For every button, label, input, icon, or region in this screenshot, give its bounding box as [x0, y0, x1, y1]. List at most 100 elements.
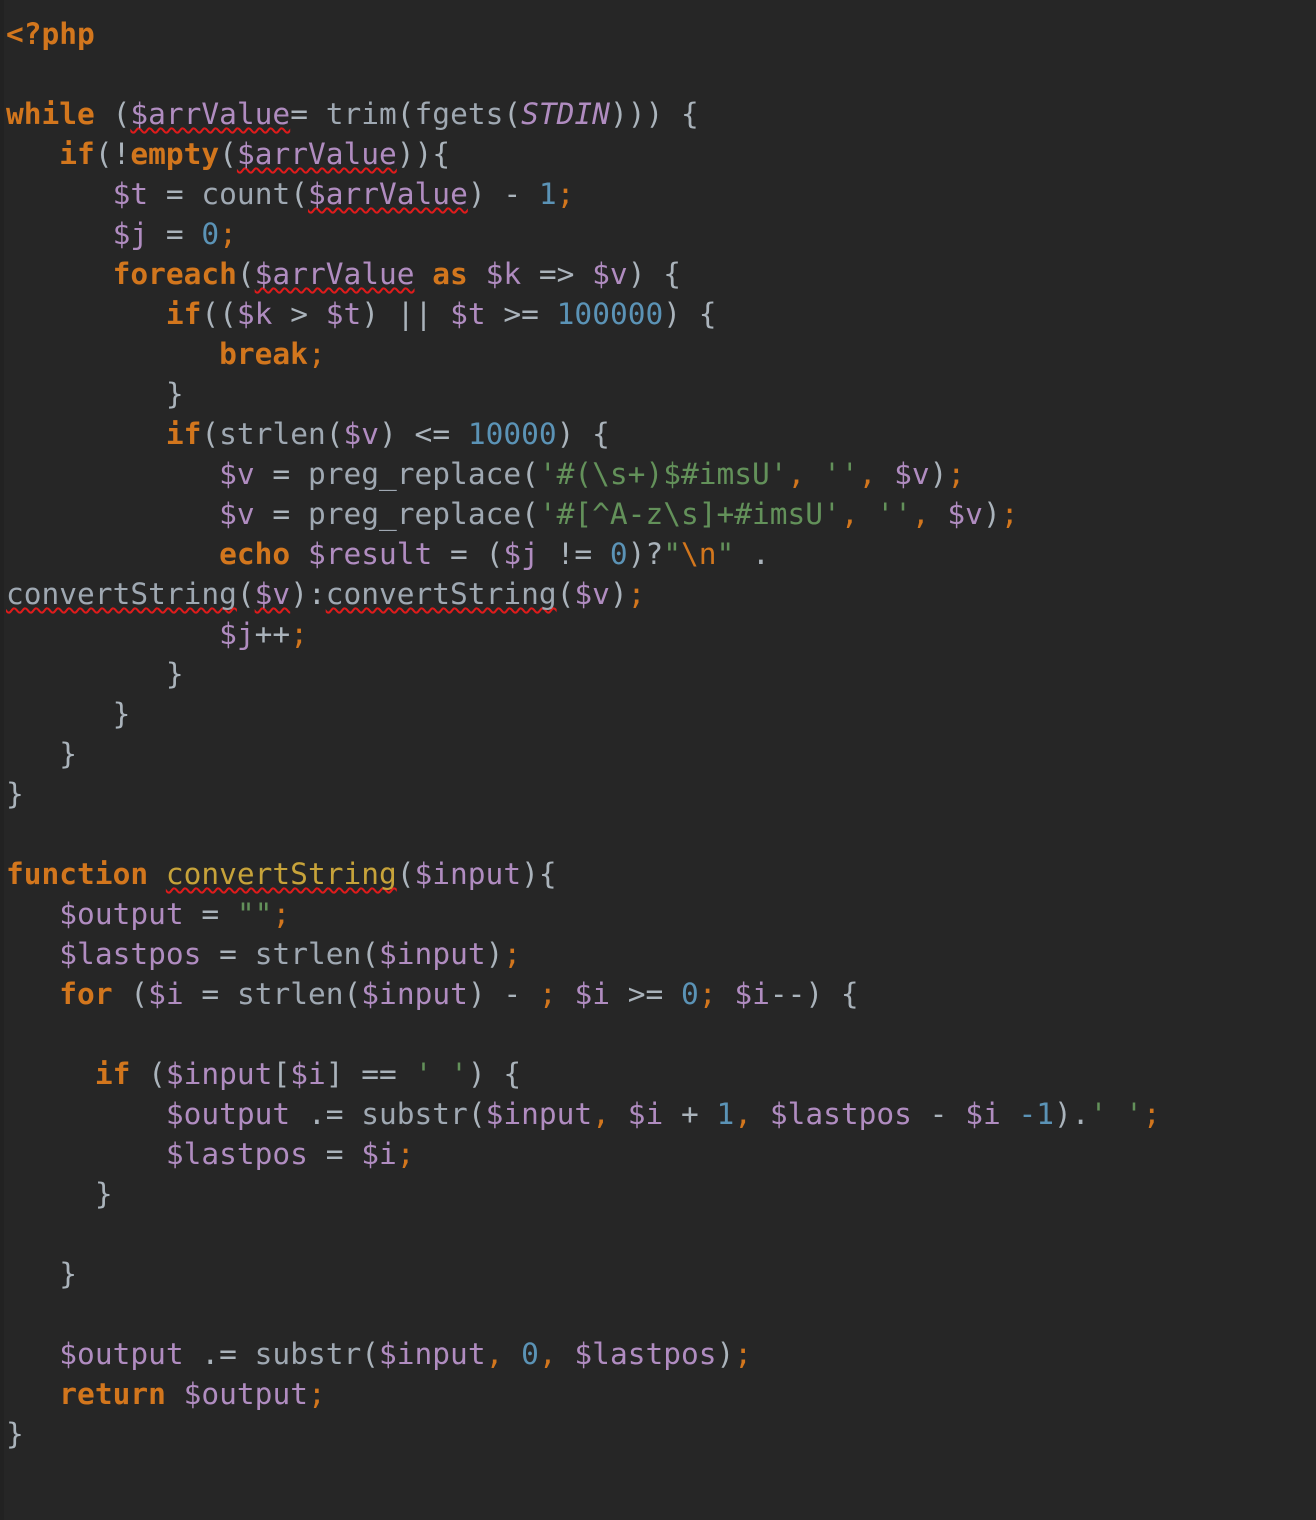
number-0: 0	[609, 537, 628, 571]
semicolon: ;	[272, 897, 291, 931]
code-line-33[interactable]: $output .= substr($input, 0, $lastpos);	[0, 1334, 1316, 1374]
code-line-32[interactable]	[0, 1294, 1316, 1334]
code-editor-window[interactable]: <?php while ($arrValue= trim(fgets(STDIN…	[0, 0, 1316, 1520]
code-line-15[interactable]: $j++;	[0, 614, 1316, 654]
code-line-26[interactable]: if ($input[$i] == ' ') {	[0, 1054, 1316, 1094]
code-line-11[interactable]: if(strlen($v) <= 10000) {	[0, 414, 1316, 454]
code-line-8[interactable]: if(($k > $t) || $t >= 100000) {	[0, 294, 1316, 334]
code-line-4[interactable]: if(!empty($arrValue)){	[0, 134, 1316, 174]
code-line-19[interactable]: }	[0, 774, 1316, 814]
number-1: 1	[716, 1097, 735, 1131]
code-line-27[interactable]: $output .= substr($input, $i + 1, $lastp…	[0, 1094, 1316, 1134]
keyword-as: as	[432, 257, 468, 291]
code-line-24[interactable]: for ($i = strlen($input) - ; $i >= 0; $i…	[0, 974, 1316, 1014]
code-line-12[interactable]: $v = preg_replace('#(\s+)$#imsU', '', $v…	[0, 454, 1316, 494]
code-line-25[interactable]	[0, 1014, 1316, 1054]
variable-lastpos: $lastpos	[59, 937, 202, 971]
code-line-28[interactable]: $lastpos = $i;	[0, 1134, 1316, 1174]
variable-v: $v	[343, 417, 380, 451]
code-line-10[interactable]: }	[0, 374, 1316, 414]
keyword-return: return	[59, 1377, 166, 1411]
code-line-6[interactable]: $j = 0;	[0, 214, 1316, 254]
function-substr: substr	[254, 1337, 362, 1371]
keyword-empty: empty	[130, 137, 220, 171]
punct: (	[361, 937, 380, 971]
semicolon: ;	[396, 1137, 415, 1171]
code-line-13[interactable]: $v = preg_replace('#[^A-z\s]+#imsU', '',…	[0, 494, 1316, 534]
keyword-while: while	[6, 97, 95, 131]
code-line-20[interactable]	[0, 814, 1316, 854]
variable-v: $v	[219, 457, 255, 491]
code-line-1[interactable]: <?php	[0, 14, 1316, 54]
code-line-7[interactable]: foreach($arrValue as $k => $v) {	[0, 254, 1316, 294]
code-line-34[interactable]: return $output;	[0, 1374, 1316, 1414]
variable-t: $t	[112, 177, 149, 211]
punct: ))) {	[609, 97, 699, 131]
semicolon: ;	[219, 217, 237, 251]
variable-v: $v	[574, 577, 610, 611]
comma: ,	[538, 1337, 557, 1371]
string-empty: ""	[236, 897, 273, 931]
punct: (	[521, 457, 539, 491]
variable-v: $v	[592, 257, 628, 291]
operator-minus: ) -	[467, 977, 539, 1011]
operator-assign: =	[183, 897, 237, 931]
function-strlen: strlen	[254, 937, 362, 971]
punct: ) {	[627, 257, 681, 291]
punct: )	[982, 497, 1001, 531]
variable-output: $output	[183, 1377, 308, 1411]
code-line-5[interactable]: $t = count($arrValue) - 1;	[0, 174, 1316, 214]
variable-t: $t	[450, 297, 486, 331]
comma: ,	[734, 1097, 753, 1131]
keyword-for: for	[59, 977, 113, 1011]
punct: (!	[94, 137, 131, 171]
code-line-21[interactable]: function convertString($input){	[0, 854, 1316, 894]
punct: )	[609, 577, 628, 611]
variable-i: $i	[361, 1137, 397, 1171]
number-0: 0	[201, 217, 220, 251]
code-line-9[interactable]: break;	[0, 334, 1316, 374]
variable-i: $i	[965, 1097, 1001, 1131]
code-line-2[interactable]	[0, 54, 1316, 94]
brace-close: }	[94, 1177, 113, 1211]
code-content-area[interactable]: <?php while ($arrValue= trim(fgets(STDIN…	[0, 0, 1316, 1454]
code-line-35[interactable]: }	[0, 1414, 1316, 1454]
code-line-14[interactable]: echo $result = ($j != 0)?"\n" . convertS…	[0, 534, 1316, 614]
variable-arrvalue: $arrValue	[130, 97, 291, 131]
number-0: 0	[521, 1337, 539, 1371]
number-0: 0	[681, 977, 699, 1011]
code-line-16[interactable]: }	[0, 654, 1316, 694]
punct: (	[396, 97, 415, 131]
variable-k: $k	[485, 257, 522, 291]
variable-result: $result	[307, 537, 433, 571]
variable-i: $i	[290, 1057, 326, 1091]
variable-input: $input	[414, 857, 522, 891]
comma: ,	[858, 457, 877, 491]
code-line-30[interactable]	[0, 1214, 1316, 1254]
code-line-3[interactable]: while ($arrValue= trim(fgets(STDIN))) {	[0, 94, 1316, 134]
code-line-31[interactable]: }	[0, 1254, 1316, 1294]
php-open-tag: <?php	[6, 17, 95, 51]
variable-arrvalue: $arrValue	[236, 137, 397, 171]
code-line-17[interactable]: }	[0, 694, 1316, 734]
punct: (	[219, 137, 237, 171]
code-line-23[interactable]: $lastpos = strlen($input);	[0, 934, 1316, 974]
punct: (	[112, 977, 149, 1011]
variable-i: $i	[734, 977, 770, 1011]
number-1: 1	[538, 177, 557, 211]
punct: ) {	[663, 297, 717, 331]
semicolon: ;	[734, 1337, 753, 1371]
variable-j: $j	[112, 217, 149, 251]
comma: ,	[592, 1097, 610, 1131]
code-line-22[interactable]: $output = "";	[0, 894, 1316, 934]
code-line-29[interactable]: }	[0, 1174, 1316, 1214]
code-line-18[interactable]: }	[0, 734, 1316, 774]
